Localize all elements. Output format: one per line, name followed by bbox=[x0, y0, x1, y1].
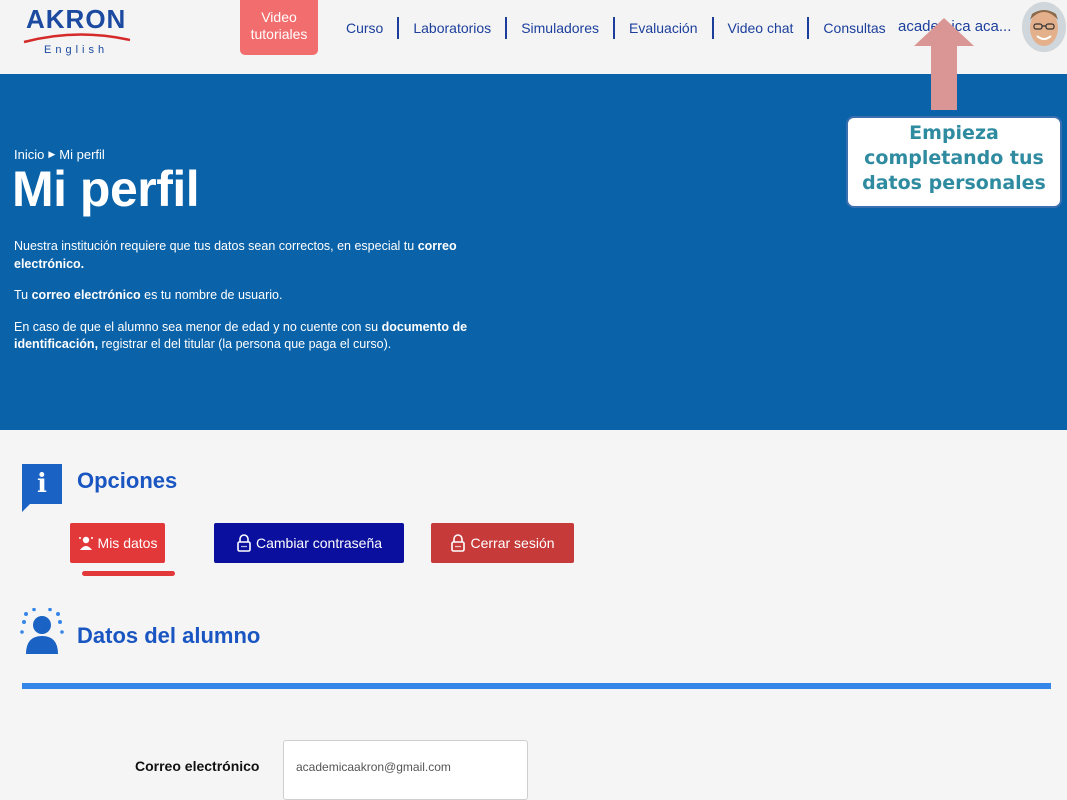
logout-button[interactable]: Cerrar sesión bbox=[431, 523, 574, 563]
callout-line: datos personales bbox=[862, 172, 1046, 194]
callout-line: completando tus bbox=[864, 147, 1044, 169]
nav-divider bbox=[397, 17, 400, 39]
email-field[interactable]: academicaakron@gmail.com bbox=[283, 740, 528, 800]
info-icon: i bbox=[22, 464, 62, 504]
options-title: Opciones bbox=[77, 468, 178, 493]
video-tutorials-button[interactable]: Video tutoriales bbox=[240, 0, 318, 55]
callout-arrow-stem bbox=[931, 38, 957, 110]
nav-consultas[interactable]: Consultas bbox=[815, 20, 893, 36]
profile-content: i Opciones Mis datos Cambiar contraseña … bbox=[0, 430, 1067, 800]
my-data-label: Mis datos bbox=[97, 535, 158, 551]
student-profile-icon bbox=[20, 608, 64, 654]
nav-divider bbox=[711, 17, 714, 39]
hero-description: Nuestra institución requiere que tus dat… bbox=[14, 238, 504, 368]
nav-curso[interactable]: Curso bbox=[346, 20, 391, 36]
logo-brand: AKRON bbox=[26, 4, 127, 34]
change-password-label: Cambiar contraseña bbox=[255, 535, 383, 551]
nav-video-chat[interactable]: Video chat bbox=[720, 20, 802, 36]
nav-divider bbox=[505, 17, 508, 39]
user-avatar-icon bbox=[1022, 2, 1066, 52]
nav-divider bbox=[807, 17, 810, 39]
akron-logo[interactable]: AKRON English bbox=[22, 4, 132, 66]
logo-swoosh-icon bbox=[23, 33, 131, 44]
logo-sub: English bbox=[44, 44, 109, 56]
main-nav: Curso Laboratorios Simuladores Evaluació… bbox=[346, 17, 894, 39]
logout-label: Cerrar sesión bbox=[470, 535, 555, 551]
avatar[interactable] bbox=[1022, 2, 1066, 52]
info-icon-tail bbox=[22, 502, 32, 512]
nav-simuladores[interactable]: Simuladores bbox=[513, 20, 607, 36]
top-navbar: AKRON English Video tutoriales Curso Lab… bbox=[0, 0, 1067, 74]
active-tab-indicator bbox=[82, 571, 175, 576]
lock-icon bbox=[237, 534, 251, 552]
nav-laboratorios[interactable]: Laboratorios bbox=[405, 20, 499, 36]
hero-paragraph: Nuestra institución requiere que tus dat… bbox=[14, 239, 457, 271]
lock-icon bbox=[451, 534, 466, 552]
page-title: Mi perfil bbox=[12, 161, 200, 217]
change-password-button[interactable]: Cambiar contraseña bbox=[214, 523, 404, 563]
hero-paragraph: Tu correo electrónico es tu nombre de us… bbox=[14, 288, 283, 302]
my-data-button[interactable]: Mis datos bbox=[70, 523, 165, 563]
nav-divider bbox=[613, 17, 616, 39]
callout-line: Empieza bbox=[909, 122, 999, 144]
section-divider bbox=[22, 683, 1051, 689]
hero-paragraph: En caso de que el alumno sea menor de ed… bbox=[14, 319, 468, 352]
nav-evaluacion[interactable]: Evaluación bbox=[621, 20, 706, 36]
callout-tip: Empieza completando tus datos personales bbox=[846, 116, 1062, 208]
student-data-title: Datos del alumno bbox=[77, 623, 261, 648]
breadcrumb-separator-icon: ▶ bbox=[48, 149, 56, 159]
email-label: Correo electrónico bbox=[135, 758, 260, 774]
user-icon bbox=[78, 536, 93, 550]
